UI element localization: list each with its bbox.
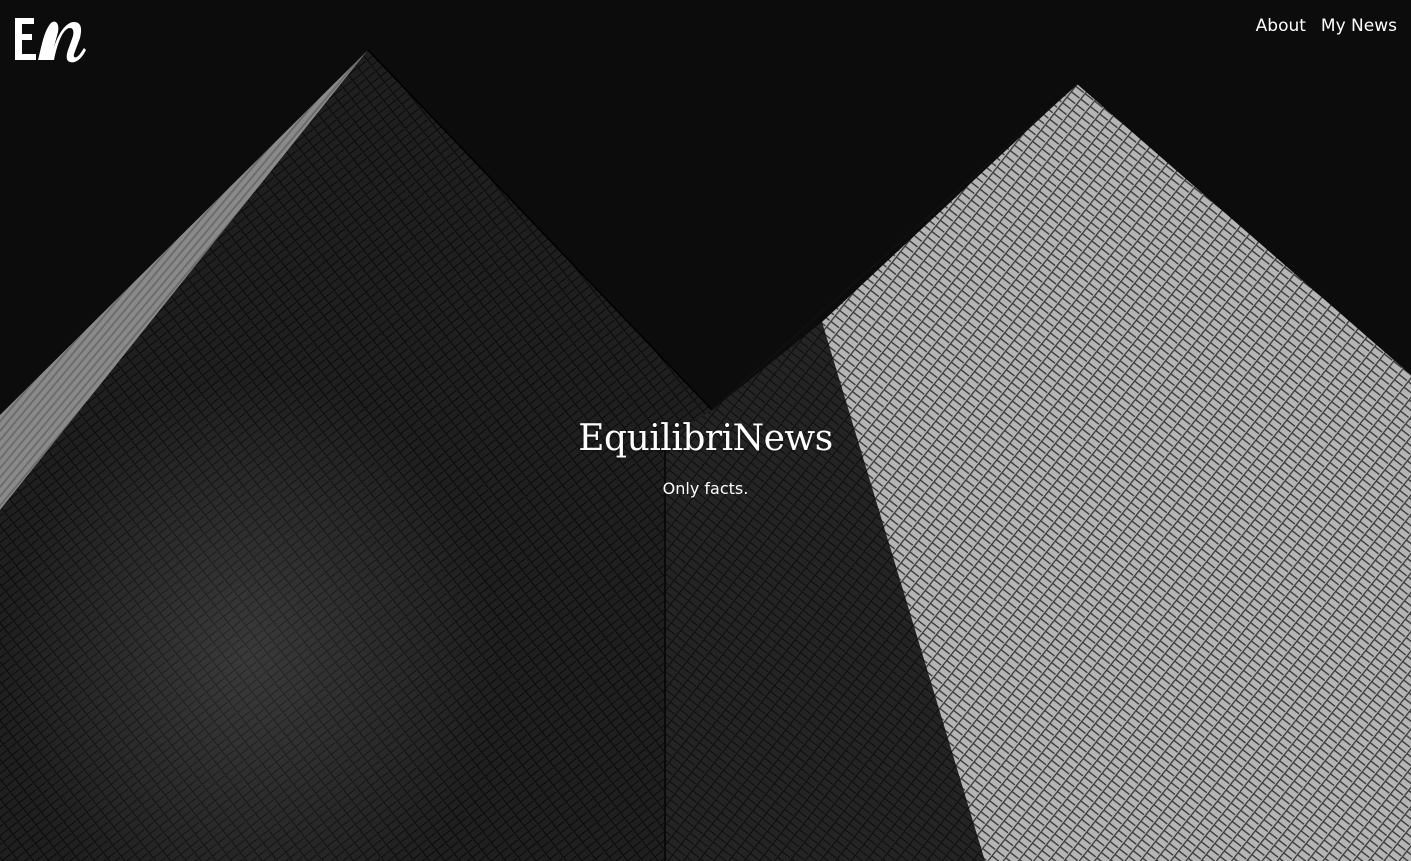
top-navigation: About My News (1256, 16, 1397, 36)
hero-section: EquilibriNews Only facts. (0, 418, 1411, 498)
site-tagline: Only facts. (662, 479, 749, 498)
nav-item-my-news[interactable]: My News (1321, 16, 1397, 36)
nav-item-about[interactable]: About (1256, 16, 1306, 36)
site-logo[interactable]: En (12, 14, 90, 64)
site-title: EquilibriNews (578, 418, 833, 459)
en-monogram-logo-icon (15, 18, 86, 63)
